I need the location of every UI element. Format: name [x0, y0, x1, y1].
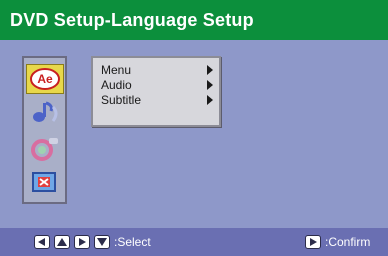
submenu-arrow-icon: [207, 95, 213, 105]
submenu-arrow-icon: [207, 80, 213, 90]
menu-item-label: Menu: [101, 63, 132, 77]
submenu-arrow-icon: [207, 65, 213, 75]
sidebar-item-audio[interactable]: [29, 100, 61, 126]
audio-speaker-icon: [33, 101, 58, 122]
exit-icon: [32, 172, 56, 192]
language-icon-text: Ae: [37, 72, 53, 86]
left-key-icon: [34, 235, 50, 249]
setup-category-sidebar: Ae: [22, 56, 67, 204]
sidebar-item-language[interactable]: Ae: [26, 64, 64, 94]
sidebar-item-exit[interactable]: [29, 170, 61, 196]
help-bar: :Select :Confirm: [0, 228, 388, 256]
up-key-icon: [54, 235, 70, 249]
page-title: DVD Setup-Language Setup: [0, 0, 388, 40]
video-adjust-icon: [31, 138, 58, 161]
language-icon: Ae: [30, 68, 60, 90]
enter-key-icon: [305, 235, 321, 249]
dvd-setup-screen: DVD Setup-Language Setup Ae Menu Audio S…: [0, 0, 388, 256]
main-area: Ae Menu Audio Subtitle: [0, 40, 388, 228]
right-key-icon: [74, 235, 90, 249]
menu-item-audio[interactable]: Audio: [101, 78, 213, 92]
sidebar-item-video[interactable]: [29, 136, 61, 162]
menu-item-subtitle[interactable]: Subtitle: [101, 93, 213, 107]
down-key-icon: [94, 235, 110, 249]
menu-item-label: Audio: [101, 78, 132, 92]
confirm-hint: :Confirm: [325, 235, 371, 249]
menu-item-label: Subtitle: [101, 93, 142, 107]
menu-item-menu[interactable]: Menu: [101, 63, 213, 77]
select-hint: :Select: [114, 235, 151, 249]
language-options-menu: Menu Audio Subtitle: [91, 56, 221, 127]
